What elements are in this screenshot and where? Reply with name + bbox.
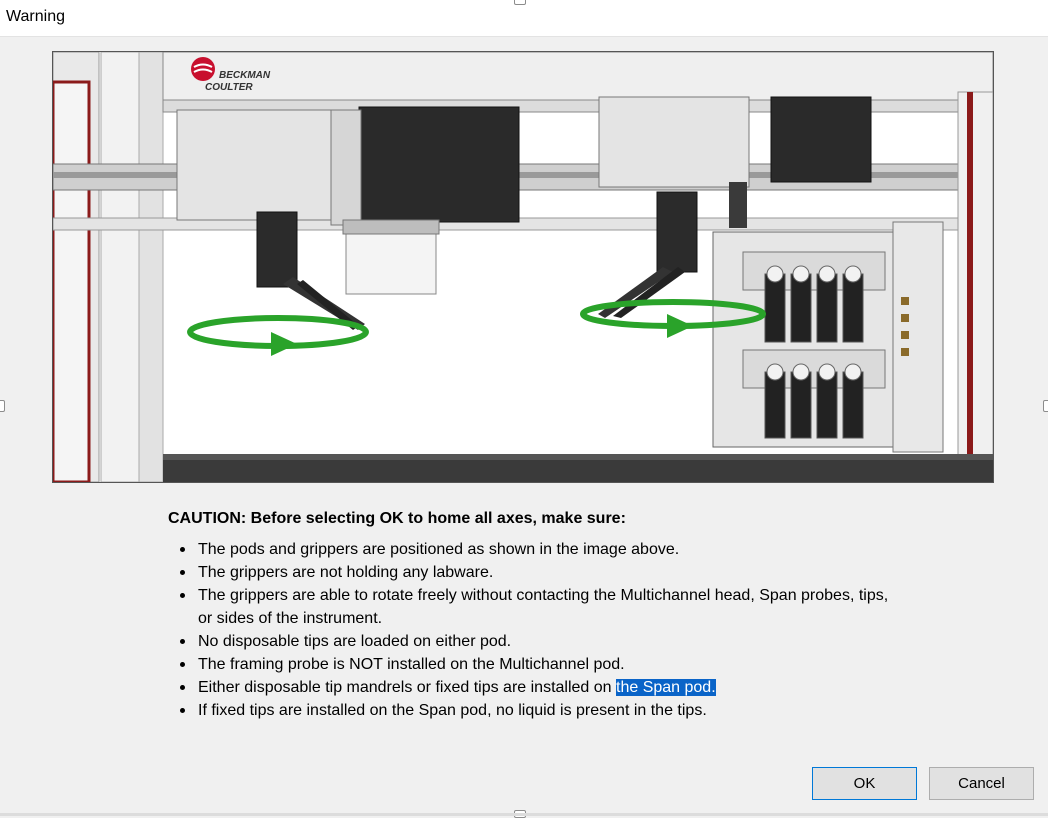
caution-list: The pods and grippers are positioned as … <box>180 538 900 722</box>
list-item: If fixed tips are installed on the Span … <box>180 699 900 722</box>
title-bar: Warning <box>0 0 1048 37</box>
list-item: The grippers are able to rotate freely w… <box>180 584 900 630</box>
logo-text-line2: COULTER <box>205 82 253 93</box>
logo-text-line1: BECKMAN <box>219 70 271 81</box>
window-title: Warning <box>6 8 65 25</box>
selected-text[interactable]: the Span pod. <box>616 679 716 696</box>
caution-heading: CAUTION: Before selecting OK to home all… <box>168 510 626 527</box>
cancel-button[interactable]: Cancel <box>929 767 1034 800</box>
resize-handle-top[interactable] <box>514 0 526 5</box>
list-item-text: Either disposable tip mandrels or fixed … <box>198 679 616 696</box>
list-item: The grippers are not holding any labware… <box>180 561 900 584</box>
resize-handle-left[interactable] <box>0 400 5 412</box>
instrument-illustration: BECKMAN COULTER <box>52 51 994 483</box>
list-item: Either disposable tip mandrels or fixed … <box>180 676 900 699</box>
ok-button[interactable]: OK <box>812 767 917 800</box>
list-item: The pods and grippers are positioned as … <box>180 538 900 561</box>
resize-handle-right[interactable] <box>1043 400 1048 412</box>
list-item: No disposable tips are loaded on either … <box>180 630 900 653</box>
list-item: The framing probe is NOT installed on th… <box>180 653 900 676</box>
